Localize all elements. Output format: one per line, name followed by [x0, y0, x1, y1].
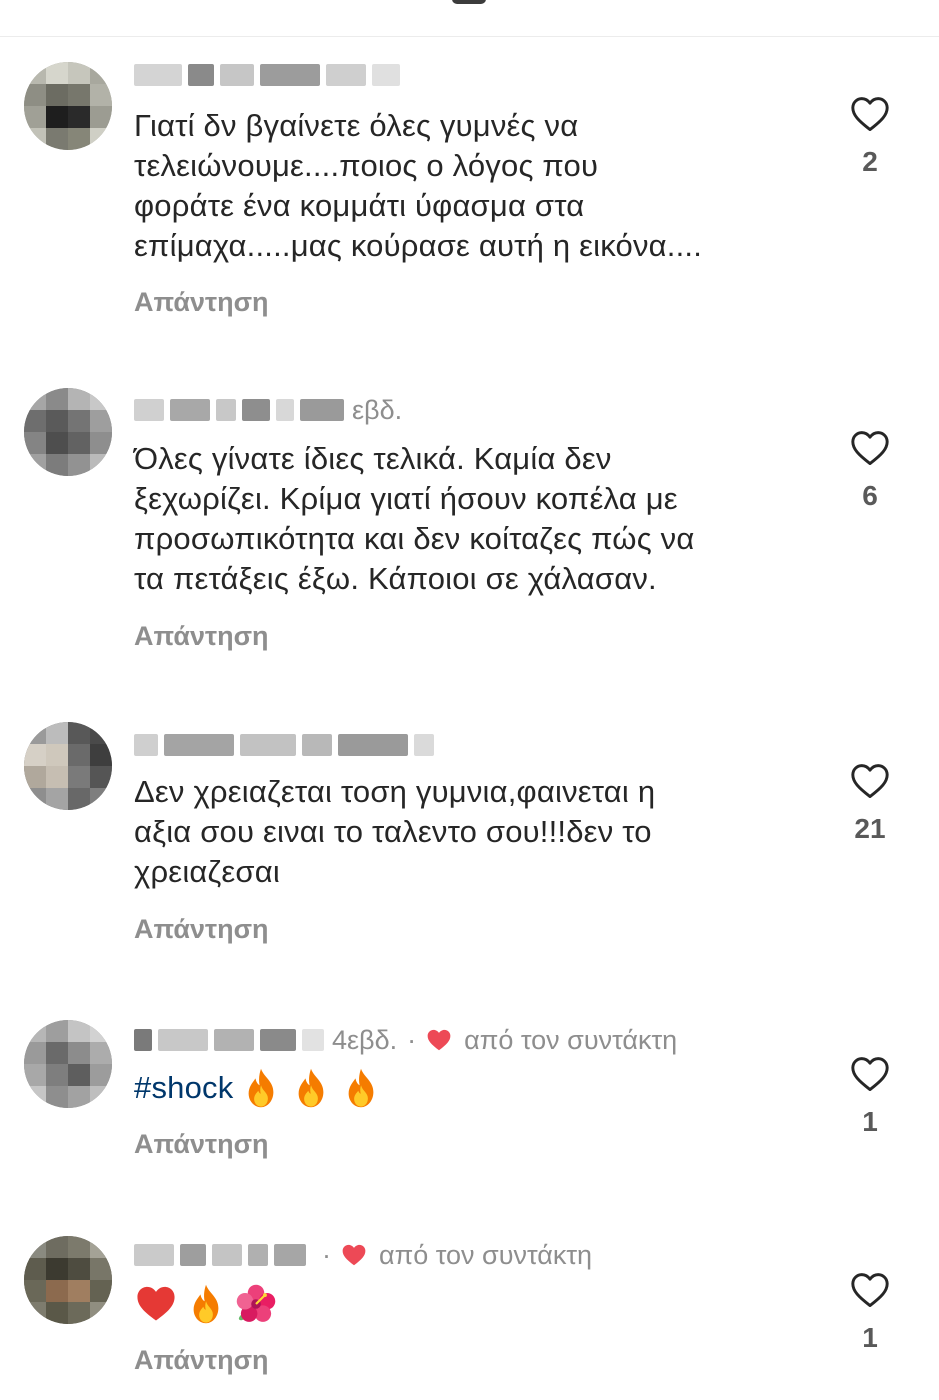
reply-button[interactable]: Απάντηση — [134, 914, 269, 945]
comment-meta: εβδ. — [134, 395, 402, 425]
like-count: 21 — [854, 813, 886, 844]
comment-text: Γιατί δν βγαίνετε όλες γυμνές να τελειών… — [134, 108, 703, 263]
blurred-username[interactable] — [134, 1244, 174, 1266]
comment-text: Δεν χρειαζεται τοση γυμνια,φαινεται η αξ… — [134, 774, 656, 889]
heart-outline-icon[interactable] — [850, 1272, 890, 1308]
avatar[interactable] — [24, 388, 112, 476]
like-count: 1 — [862, 1322, 878, 1353]
blurred-username[interactable] — [134, 1029, 152, 1051]
heart-outline-icon[interactable] — [850, 763, 890, 799]
comment-text — [134, 1282, 824, 1326]
heart-outline-icon[interactable] — [850, 430, 890, 466]
like-control: 1 — [840, 1056, 900, 1138]
comment-timestamp: εβδ. — [352, 394, 403, 425]
comment-meta — [134, 60, 406, 90]
avatar[interactable] — [24, 1020, 112, 1108]
sheet-header — [0, 0, 939, 37]
comment-text: #shock — [134, 1066, 824, 1110]
like-control: 1 — [840, 1272, 900, 1354]
fire-emoji-icon — [299, 1068, 324, 1108]
reply-button[interactable]: Απάντηση — [134, 287, 269, 318]
comment-timestamp: 4εβδ. — [332, 1024, 398, 1055]
fire-emoji-icon — [193, 1284, 219, 1324]
drag-handle[interactable] — [452, 0, 486, 4]
comment-text: Όλες γίνατε ίδιες τελικά. Καμία δεν ξεχω… — [134, 441, 695, 596]
heart-outline-icon[interactable] — [850, 96, 890, 132]
like-control: 6 — [840, 430, 900, 512]
avatar[interactable] — [24, 722, 112, 810]
comment-meta — [134, 730, 440, 760]
liked-by-author-label: από τον συντάκτη — [379, 1239, 593, 1270]
liked-by-author-label: από τον συντάκτη — [464, 1024, 678, 1055]
reply-button[interactable]: Απάντηση — [134, 1129, 269, 1160]
avatar[interactable] — [24, 1236, 112, 1324]
like-control: 2 — [840, 96, 900, 178]
like-control: 21 — [840, 763, 900, 845]
fire-emoji-icon — [349, 1068, 374, 1108]
meta-separator: · — [322, 1239, 331, 1270]
heart-outline-icon[interactable] — [850, 1056, 890, 1092]
comment-meta: 4εβδ. · από τον συντάκτη — [134, 1025, 677, 1055]
blurred-username[interactable] — [134, 734, 158, 756]
heart-filled-icon — [427, 1029, 451, 1051]
blurred-username[interactable] — [134, 399, 164, 421]
blurred-username[interactable] — [134, 64, 182, 86]
hashtag-link[interactable]: #shock — [134, 1068, 233, 1108]
heart-filled-icon — [342, 1244, 366, 1266]
reply-button[interactable]: Απάντηση — [134, 1345, 269, 1376]
reply-button[interactable]: Απάντηση — [134, 621, 269, 652]
fire-emoji-icon — [249, 1068, 274, 1108]
red-heart-emoji-icon — [137, 1286, 175, 1321]
like-count: 2 — [862, 146, 878, 177]
hibiscus-emoji-icon — [236, 1284, 276, 1322]
like-count: 1 — [862, 1106, 878, 1137]
avatar[interactable] — [24, 62, 112, 150]
like-count: 6 — [862, 480, 878, 511]
meta-separator: · — [407, 1024, 417, 1055]
comment-meta: · από τον συντάκτη — [134, 1240, 592, 1270]
